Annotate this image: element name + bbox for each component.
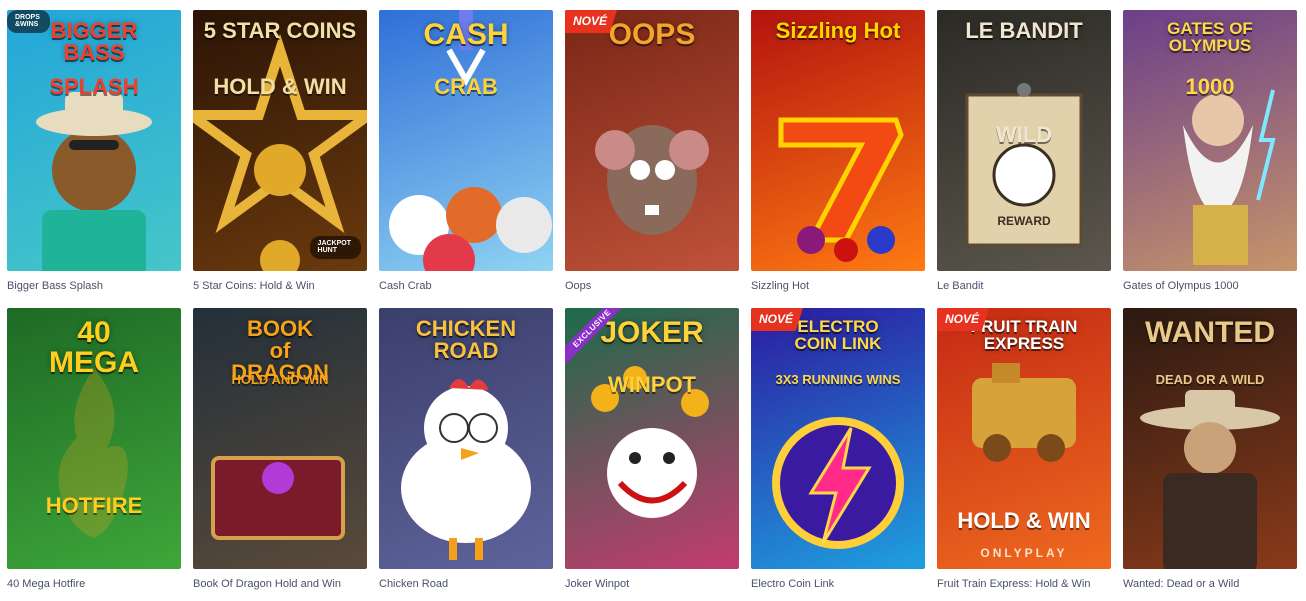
game-tile-cash-crab[interactable]: CASH CRAB Cash Crab (379, 10, 553, 298)
game-art-subtitle: SPLASH (49, 74, 139, 99)
seven-icon (778, 117, 904, 262)
game-thumbnail[interactable]: CASH CRAB (379, 10, 553, 271)
game-thumbnail[interactable]: BOOK of DRAGON HOLD AND WIN (193, 308, 367, 569)
game-thumbnail[interactable]: ELECTRO COIN LINK 3X3 RUNNING WINS NOVÉ (751, 308, 925, 569)
game-title[interactable]: Fruit Train Express: Hold & Win (937, 578, 1111, 590)
game-tile-sizzling-hot[interactable]: Sizzling Hot Sizzling Hot (751, 10, 925, 298)
game-art-subtitle: HOTFIRE (45, 493, 143, 518)
game-art-subtitle: 1000 (1185, 74, 1235, 99)
game-art-title: CHICKEN ROAD (415, 316, 517, 363)
game-tile-oops[interactable]: OOPS NOVÉ Oops (565, 10, 739, 298)
game-title[interactable]: Cash Crab (379, 280, 553, 292)
game-title[interactable]: Le Bandit (937, 280, 1111, 292)
game-art-subtitle: HOLD & WIN (957, 508, 1091, 533)
game-thumbnail[interactable]: GATES OF OLYMPUS 1000 (1123, 10, 1297, 271)
game-thumbnail[interactable]: BIGGER BASS SPLASH DROPS &WINS (7, 10, 181, 271)
game-art-subtitle: WINPOT (608, 372, 696, 397)
game-grid: BIGGER BASS SPLASH DROPS &WINS Bigger Bass … (7, 10, 1297, 596)
game-thumbnail[interactable]: OOPS NOVÉ (565, 10, 739, 271)
game-thumbnail[interactable]: FRUIT TRAIN EXPRESS HOLD & WIN ONLYPLAY NOV… (937, 308, 1111, 569)
game-art-title: WANTED (1145, 316, 1275, 349)
game-thumbnail[interactable]: JOKER WINPOT EXCLUSIVE (565, 308, 739, 569)
game-art-subtitle: 3X3 RUNNING WINS (775, 372, 901, 387)
game-tile-wanted-dead-or-a-wild[interactable]: WANTED DEAD OR A WILD Wanted: Dead or a Wi… (1123, 308, 1297, 596)
game-tile-electro-coin-link[interactable]: ELECTRO COIN LINK 3X3 RUNNING WINS NOVÉ Ele… (751, 308, 925, 596)
game-art-subtitle: DEAD OR A WILD (1155, 372, 1265, 387)
game-art-title: Sizzling Hot (775, 18, 901, 43)
game-thumbnail[interactable]: WANTED DEAD OR A WILD (1123, 308, 1297, 569)
game-title[interactable]: Book Of Dragon Hold and Win (193, 578, 367, 590)
game-title[interactable]: Wanted: Dead or a Wild (1123, 578, 1297, 590)
game-art-title: GATES OF OLYMPUS (1167, 19, 1253, 55)
game-tile-book-of-dragon[interactable]: BOOK of DRAGON HOLD AND WIN Book Of Dragon… (193, 308, 367, 596)
game-tile-gates-of-olympus-1000[interactable]: GATES OF OLYMPUS 1000 Gates of Olympus 100… (1123, 10, 1297, 298)
game-thumbnail[interactable]: CHICKEN ROAD (379, 308, 553, 569)
new-badge: NOVÉ (937, 308, 990, 331)
game-tile-joker-winpot[interactable]: JOKER WINPOT EXCLUSIVE Joker Winpot (565, 308, 739, 596)
game-tile-fruit-train-express[interactable]: FRUIT TRAIN EXPRESS HOLD & WIN ONLYPLAY NOV… (937, 308, 1111, 596)
new-badge: NOVÉ (565, 10, 618, 33)
game-title[interactable]: Bigger Bass Splash (7, 280, 181, 292)
game-art-subtitle: WILD (995, 122, 1053, 147)
game-thumbnail[interactable]: Sizzling Hot (751, 10, 925, 271)
game-art-subtitle-2: REWARD (997, 214, 1051, 228)
game-thumbnail[interactable]: 40 MEGA HOTFIRE (7, 308, 181, 569)
game-thumbnail[interactable]: LE BANDIT WILD REWARD (937, 10, 1111, 271)
game-art-subtitle: CRAB (434, 74, 498, 99)
game-title[interactable]: Gates of Olympus 1000 (1123, 280, 1297, 292)
game-art-subtitle: HOLD & WIN (213, 74, 347, 99)
game-title[interactable]: Oops (565, 280, 739, 292)
game-art-title: CASH (423, 18, 509, 51)
game-title[interactable]: Chicken Road (379, 578, 553, 590)
game-title[interactable]: 5 Star Coins: Hold & Win (193, 280, 367, 292)
game-tile-bigger-bass-splash[interactable]: BIGGER BASS SPLASH DROPS &WINS Bigger Bass … (7, 10, 181, 298)
game-thumbnail[interactable]: 5 STAR COINS HOLD & WIN JACKPOT HUNT (193, 10, 367, 271)
game-tile-40-mega-hotfire[interactable]: 40 MEGA HOTFIRE 40 Mega Hotfire (7, 308, 181, 596)
game-art-subtitle-2: ONLYPLAY (980, 546, 1068, 560)
game-art-subtitle: HOLD AND WIN (231, 372, 329, 387)
game-art-title: 5 STAR COINS (203, 18, 357, 43)
game-title[interactable]: 40 Mega Hotfire (7, 578, 181, 590)
game-title[interactable]: Electro Coin Link (751, 578, 925, 590)
game-title[interactable]: Sizzling Hot (751, 280, 925, 292)
star-icon (193, 33, 367, 271)
game-art-title: 40 MEGA (49, 316, 139, 379)
new-badge: NOVÉ (751, 308, 804, 331)
game-title[interactable]: Joker Winpot (565, 578, 739, 590)
provider-badge: DROPS &WINS (7, 10, 50, 33)
game-tile-5-star-coins[interactable]: 5 STAR COINS HOLD & WIN JACKPOT HUNT 5 Star… (193, 10, 367, 298)
provider-badge: JACKPOT HUNT (309, 236, 361, 259)
game-art-title: LE BANDIT (965, 18, 1083, 43)
game-tile-chicken-road[interactable]: CHICKEN ROAD Chicken Road (379, 308, 553, 596)
game-tile-le-bandit[interactable]: LE BANDIT WILD REWARD Le Bandit (937, 10, 1111, 298)
